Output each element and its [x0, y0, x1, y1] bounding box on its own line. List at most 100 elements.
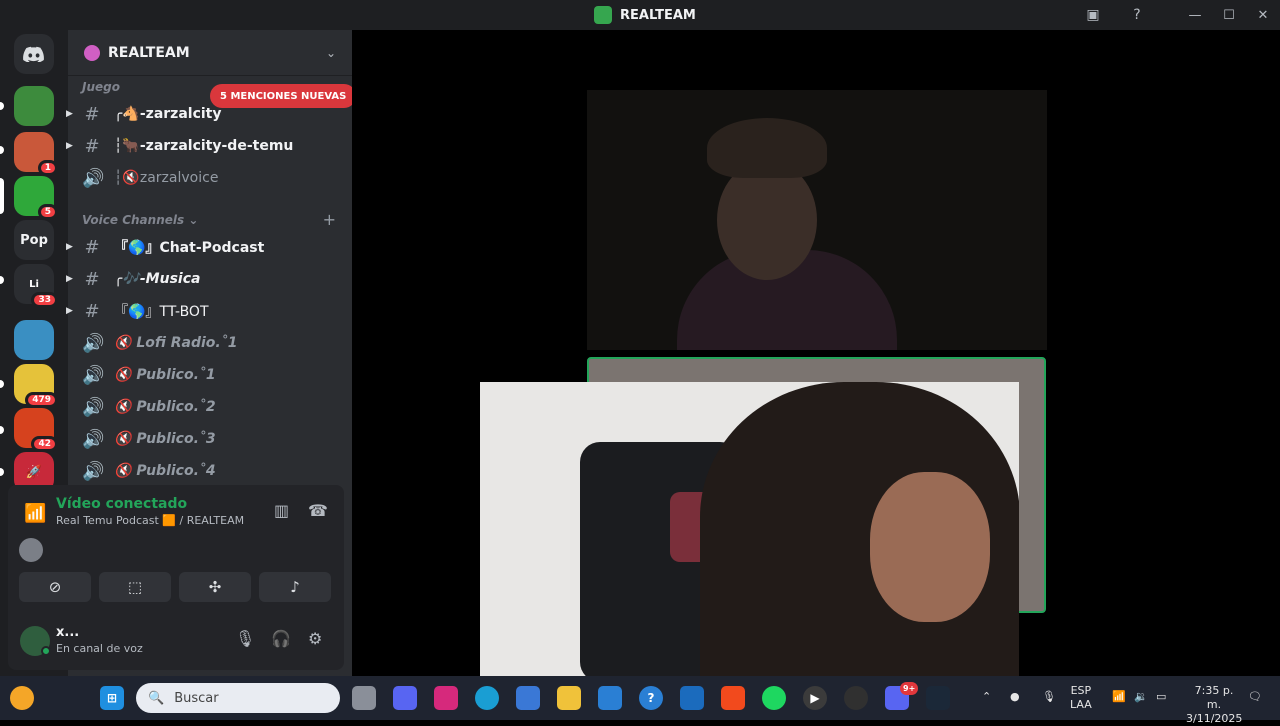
text-channel-icon: #	[84, 236, 100, 258]
close-button[interactable]: ✕	[1246, 0, 1280, 30]
mention-badge: 42	[31, 436, 58, 452]
task-view-icon[interactable]	[352, 686, 376, 710]
channel-label: -Musica	[139, 271, 201, 287]
soundboard-button[interactable]: ♪	[259, 572, 331, 602]
camera-overlay-video[interactable]	[480, 382, 1019, 676]
server-header[interactable]: REALTEAM ⌄	[68, 30, 352, 76]
app-tray-icon[interactable]: ●	[1010, 690, 1020, 704]
taskbar: ⊞ 🔍 Buscar ? ▶ 9+ ⌃ ● 🎙 ESP LAA 📶 🔉 ▭ 7:…	[0, 676, 1280, 725]
headphones-icon[interactable]: 🎧	[271, 629, 291, 648]
inbox-icon[interactable]: ▣	[1082, 4, 1104, 26]
activities-button[interactable]: ✣	[179, 572, 251, 602]
notification-badge: 9+	[900, 682, 919, 695]
server-icon-pop[interactable]: Pop	[14, 220, 54, 260]
mention-badge: 5	[37, 204, 58, 220]
maximize-button[interactable]: ☐	[1212, 0, 1246, 30]
channel-prefix: 『🌎』	[114, 304, 160, 320]
camera-off-button[interactable]: ⊘	[19, 572, 91, 602]
voice-channel-link[interactable]: Real Temu Podcast 🟧 / REALTEAM	[56, 514, 244, 527]
spotify-icon[interactable]	[762, 686, 786, 710]
microphone-icon[interactable]: 🎙	[1042, 690, 1056, 704]
server-icon[interactable]: 479	[14, 364, 58, 408]
instagram-icon[interactable]	[434, 686, 458, 710]
help-icon[interactable]: ?	[639, 686, 663, 710]
username[interactable]: x...	[56, 625, 79, 640]
video-tile[interactable]	[587, 90, 1047, 350]
search-icon: 🔍	[148, 690, 165, 706]
channel-item[interactable]: ▶ # 『🌎』TT-BOT	[66, 296, 352, 326]
voice-connection-panel: 📶 Vídeo conectado Real Temu Podcast 🟧 / …	[8, 485, 344, 670]
server-name: REALTEAM	[108, 44, 190, 61]
channel-name: ┆🐂-zarzalcity-de-temu	[114, 138, 293, 154]
unread-arrow-icon: ▶	[66, 109, 73, 119]
server-icon-realteam[interactable]: 5	[14, 176, 58, 220]
voice-channel-item[interactable]: 🔊 🔇 Publico.˚3	[68, 424, 352, 454]
avatar[interactable]	[19, 538, 43, 562]
voice-channel-item[interactable]: 🔊 🔇 Publico.˚1	[68, 360, 352, 390]
server-icon-li[interactable]: Li 33	[14, 264, 58, 308]
channel-name: ╭🐴-zarzalcity	[114, 106, 222, 122]
channel-label: Chat-Podcast	[159, 240, 265, 256]
server-icon[interactable]: 1	[14, 132, 58, 176]
noise-suppression-icon[interactable]: ▥	[274, 501, 289, 520]
text-channel-icon: #	[84, 103, 100, 125]
speaker-icon: 🔊	[82, 364, 105, 386]
unread-pill	[0, 468, 4, 476]
channel-item[interactable]: ▶ # ╭🎶-Musica	[66, 264, 352, 294]
app-icon[interactable]	[598, 686, 622, 710]
category-header[interactable]: Juego	[82, 80, 120, 94]
unread-pill	[0, 426, 4, 434]
channel-item[interactable]: ▶ # ╭🐴-zarzalcity	[66, 99, 352, 129]
weather-widget-icon[interactable]	[10, 686, 34, 710]
voice-status[interactable]: Vídeo conectado	[56, 496, 187, 512]
text-channel-icon: #	[84, 300, 100, 322]
server-icon[interactable]	[14, 86, 54, 126]
channel-prefix: 🔇	[114, 367, 132, 383]
gear-icon[interactable]: ⚙	[308, 629, 322, 648]
volume-icon[interactable]: 🔉	[1134, 690, 1148, 704]
voice-channel-item[interactable]: 🔊 🔇 Publico.˚2	[68, 392, 352, 422]
brave-icon[interactable]	[721, 686, 745, 710]
server-icon[interactable]: 42	[14, 408, 58, 452]
notifications-icon[interactable]: 🗨	[1248, 690, 1262, 704]
chevron-up-icon[interactable]: ⌃	[982, 690, 991, 704]
voice-channel-item[interactable]: 🔊 🔇 Lofi Radio.˚1	[68, 328, 352, 358]
category-label: Juego	[82, 80, 120, 94]
voice-channel-item[interactable]: 🔊 🔇 Publico.˚4	[68, 456, 352, 486]
channel-prefix: ╭🎶	[114, 271, 140, 287]
channel-name: 🔇 Publico.˚3	[114, 431, 216, 447]
screen-share-button[interactable]: ⬚	[99, 572, 171, 602]
windows-start-icon[interactable]: ⊞	[100, 686, 124, 710]
channel-label: Lofi Radio.˚1	[136, 335, 238, 351]
app-icon[interactable]	[393, 686, 417, 710]
microphone-icon[interactable]: 🎙	[235, 629, 255, 648]
channel-name: ╭🎶-Musica	[114, 271, 200, 287]
text-channel-icon: #	[84, 268, 100, 290]
folder-icon[interactable]	[557, 686, 581, 710]
server-icon[interactable]	[14, 320, 54, 360]
obs-icon[interactable]	[844, 686, 868, 710]
disconnect-icon[interactable]: ☎	[308, 501, 328, 520]
channel-item[interactable]: ▶ # 『🌎』Chat-Podcast	[66, 232, 352, 262]
voice-channel-item[interactable]: 🔊 ┆🔇zarzalvoice	[68, 163, 352, 193]
search-input[interactable]: 🔍 Buscar	[136, 683, 340, 713]
discord-home-button[interactable]	[14, 34, 54, 74]
minimize-button[interactable]: —	[1178, 0, 1212, 30]
store-icon[interactable]	[516, 686, 540, 710]
keyboard-language[interactable]: ESP LAA	[1070, 684, 1092, 712]
media-player-icon[interactable]: ▶	[803, 686, 827, 710]
app-icon[interactable]	[680, 686, 704, 710]
layout-code: LAA	[1070, 698, 1092, 711]
help-icon[interactable]: ?	[1126, 4, 1148, 26]
signal-icon[interactable]: 📶	[24, 503, 46, 524]
video-feed-face	[717, 160, 817, 280]
steam-icon[interactable]	[926, 686, 950, 710]
battery-icon[interactable]: ▭	[1156, 690, 1166, 704]
category-header[interactable]: Voice Channels ⌄	[82, 213, 352, 227]
unread-arrow-icon: ▶	[66, 274, 73, 284]
edge-icon[interactable]	[475, 686, 499, 710]
channel-label: Publico.˚2	[136, 399, 216, 415]
wifi-icon[interactable]: 📶	[1112, 690, 1126, 704]
channel-item[interactable]: ▶ # ┆🐂-zarzalcity-de-temu	[66, 131, 352, 161]
add-channel-icon[interactable]: +	[323, 210, 336, 229]
